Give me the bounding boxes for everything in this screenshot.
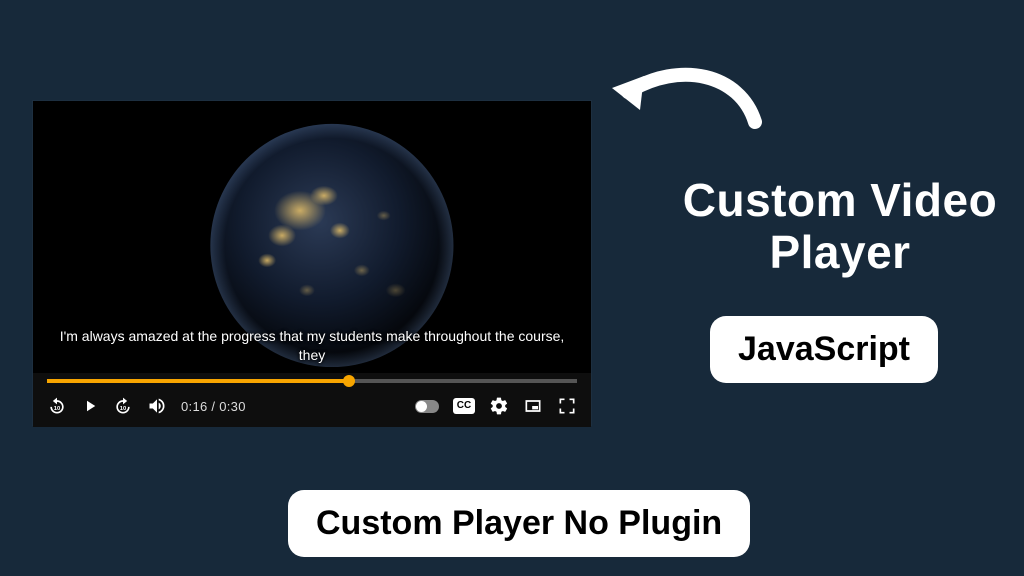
gear-icon [489,396,509,416]
rewind-10-button[interactable]: 10 [47,396,67,416]
svg-text:10: 10 [120,406,126,412]
seek-bar-fill [47,379,349,383]
forward-icon: 10 [113,396,133,416]
tag-javascript: JavaScript [710,316,938,383]
cc-icon: CC [453,398,475,414]
arrow-icon [600,52,770,152]
miniplayer-button[interactable] [523,396,543,416]
controls-bar: 10 10 0:16 / 0:30 [33,373,591,427]
svg-text:10: 10 [54,406,60,412]
play-button[interactable] [81,397,99,415]
toggle-icon [415,400,439,413]
miniplayer-icon [523,396,543,416]
fullscreen-icon [557,396,577,416]
tag-no-plugin: Custom Player No Plugin [288,490,750,557]
autoplay-toggle[interactable] [415,400,439,413]
settings-button[interactable] [489,396,509,416]
headline-text: Custom Video Player [640,175,1024,278]
forward-10-button[interactable]: 10 [113,396,133,416]
volume-button[interactable] [147,396,167,416]
volume-icon [147,396,167,416]
captions-button[interactable]: CC [453,398,475,414]
video-player: I'm always amazed at the progress that m… [32,100,592,426]
seek-bar[interactable] [47,379,577,383]
play-icon [81,397,99,415]
fullscreen-button[interactable] [557,396,577,416]
caption-text: I'm always amazed at the progress that m… [33,327,591,365]
rewind-icon: 10 [47,396,67,416]
video-frame[interactable]: I'm always amazed at the progress that m… [33,101,591,373]
time-display: 0:16 / 0:30 [181,399,246,414]
